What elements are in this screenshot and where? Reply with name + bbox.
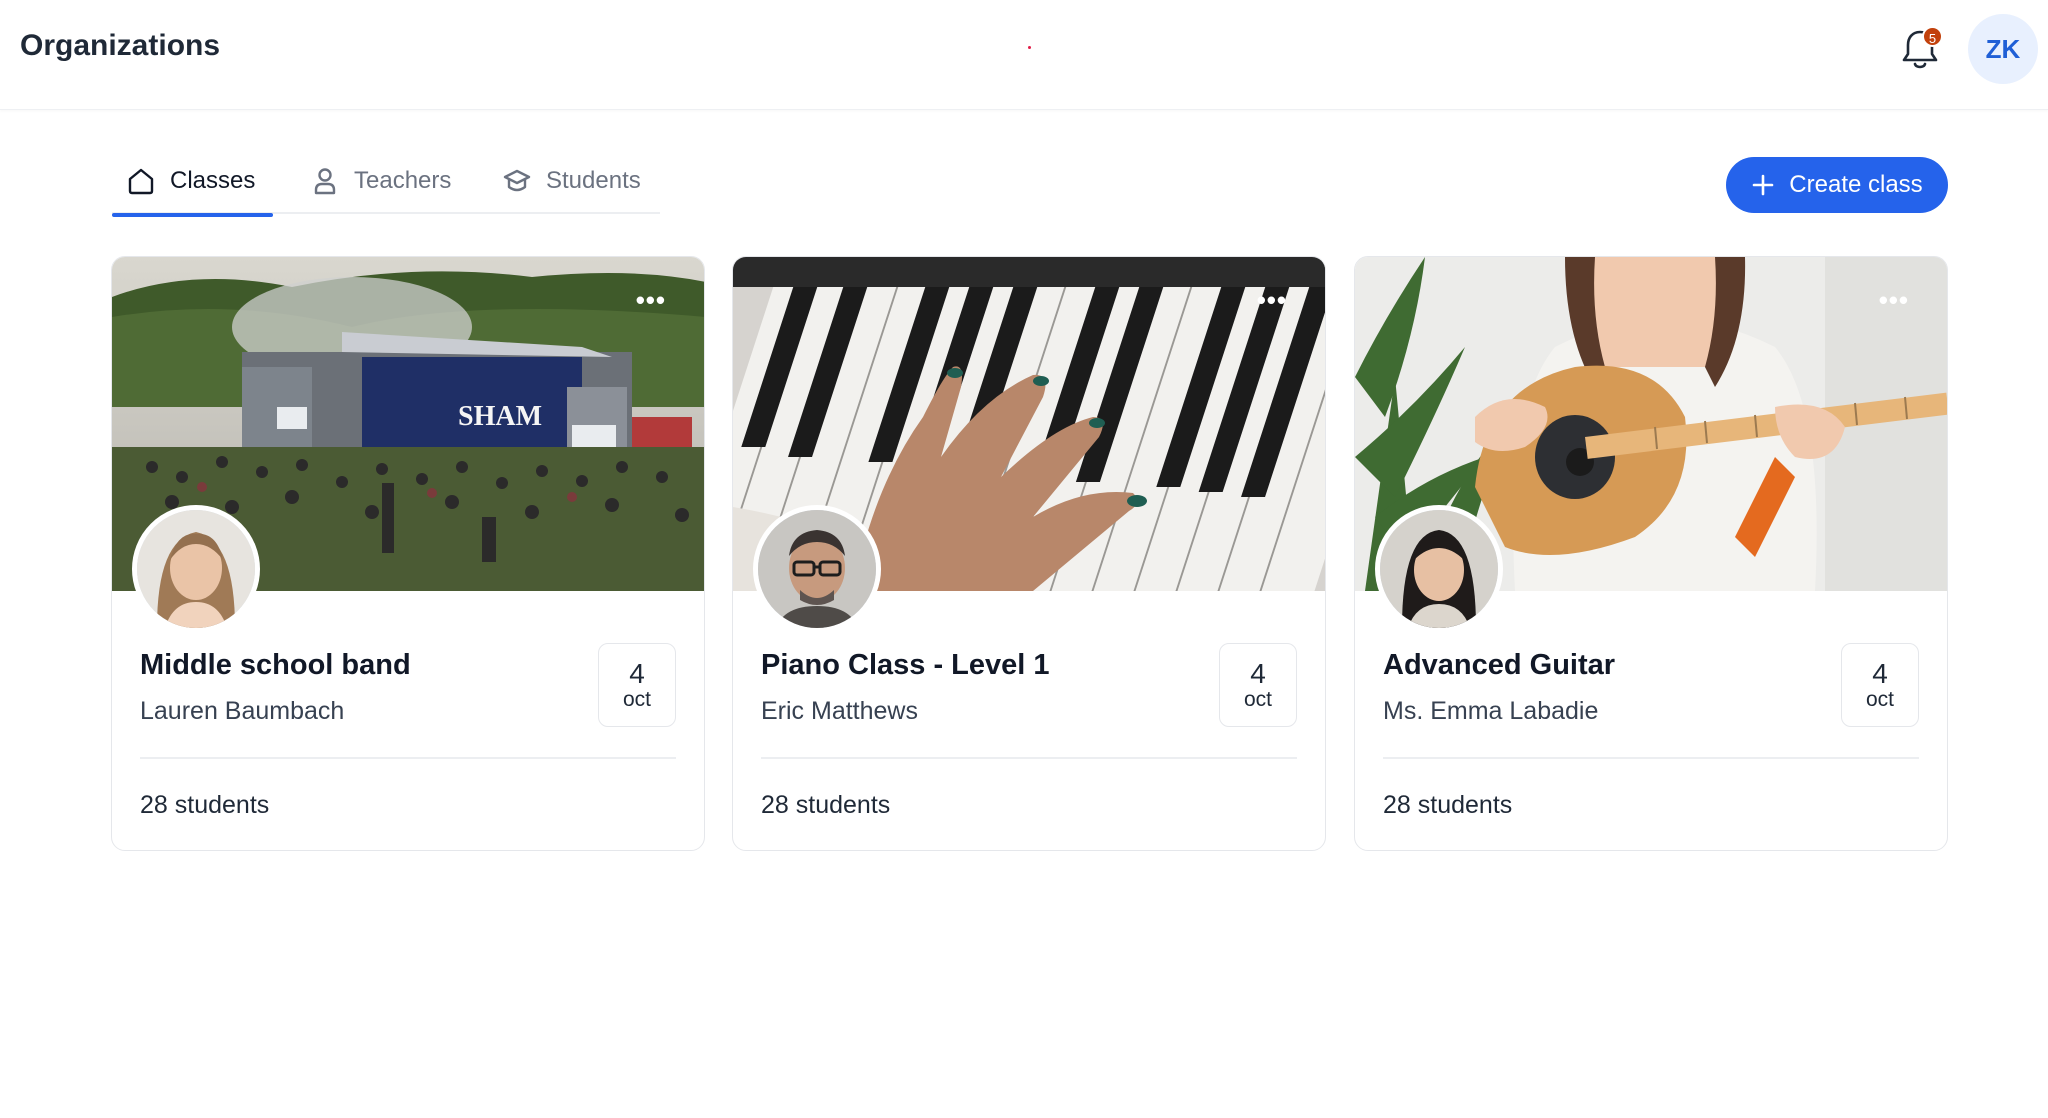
user-avatar[interactable]: ZK	[1968, 14, 2038, 84]
create-class-button[interactable]: Create class	[1726, 157, 1948, 213]
teacher-name: Lauren Baumbach	[140, 697, 345, 725]
student-count: 28 students	[140, 791, 270, 819]
graduation-cap-icon	[503, 169, 531, 192]
teacher-avatar	[1375, 505, 1503, 633]
student-count: 28 students	[1383, 791, 1513, 819]
class-card[interactable]: SHAM ••• Middle school band Lauren Baumb…	[111, 256, 705, 851]
tab-students[interactable]: Students	[502, 148, 641, 214]
class-title: Middle school band	[140, 649, 411, 681]
page-title: Organizations	[20, 29, 221, 62]
notification-badge: 5	[1922, 26, 1943, 47]
teacher-avatar	[753, 505, 881, 633]
divider	[761, 757, 1297, 759]
teacher-name: Ms. Emma Labadie	[1383, 697, 1599, 725]
stage-banner-text: SHAM	[458, 401, 542, 432]
date-day: 4	[629, 658, 645, 689]
tab-label: Classes	[170, 167, 256, 194]
student-count: 28 students	[761, 791, 891, 819]
date-month: oct	[1865, 688, 1894, 711]
class-card[interactable]: ••• Piano Class - Level 1 Eric Matthews …	[732, 256, 1326, 851]
date-day: 4	[1250, 658, 1266, 689]
tab-teachers[interactable]: Teachers	[310, 148, 451, 214]
divider	[1383, 757, 1919, 759]
date-month: oct	[1243, 688, 1272, 711]
tab-label: Teachers	[354, 167, 452, 194]
marker-dot	[1028, 46, 1031, 49]
class-title: Piano Class - Level 1	[761, 649, 1050, 681]
tab-bar: Classes Teachers Students	[111, 148, 660, 217]
class-card[interactable]: ••• Advanced Guitar Ms. Emma Labadie 4 o…	[1354, 256, 1948, 851]
divider	[140, 757, 676, 759]
teacher-name: Eric Matthews	[761, 697, 918, 725]
date-badge: 4 oct	[598, 643, 676, 727]
user-icon	[314, 168, 336, 195]
teacher-avatar	[132, 505, 260, 633]
more-options-icon[interactable]: •••	[1879, 287, 1909, 313]
create-class-label: Create class	[1789, 171, 1923, 198]
more-options-icon[interactable]: •••	[1257, 287, 1287, 313]
home-icon	[128, 168, 154, 195]
top-header: Organizations 5 ZK	[0, 0, 2048, 110]
date-badge: 4 oct	[1219, 643, 1297, 727]
class-title: Advanced Guitar	[1383, 649, 1616, 681]
date-badge: 4 oct	[1841, 643, 1919, 727]
tab-classes[interactable]: Classes	[111, 148, 274, 217]
tab-label: Students	[546, 167, 641, 194]
plus-icon	[1752, 174, 1774, 196]
date-month: oct	[622, 688, 651, 711]
more-options-icon[interactable]: •••	[636, 287, 666, 313]
date-day: 4	[1872, 658, 1888, 689]
